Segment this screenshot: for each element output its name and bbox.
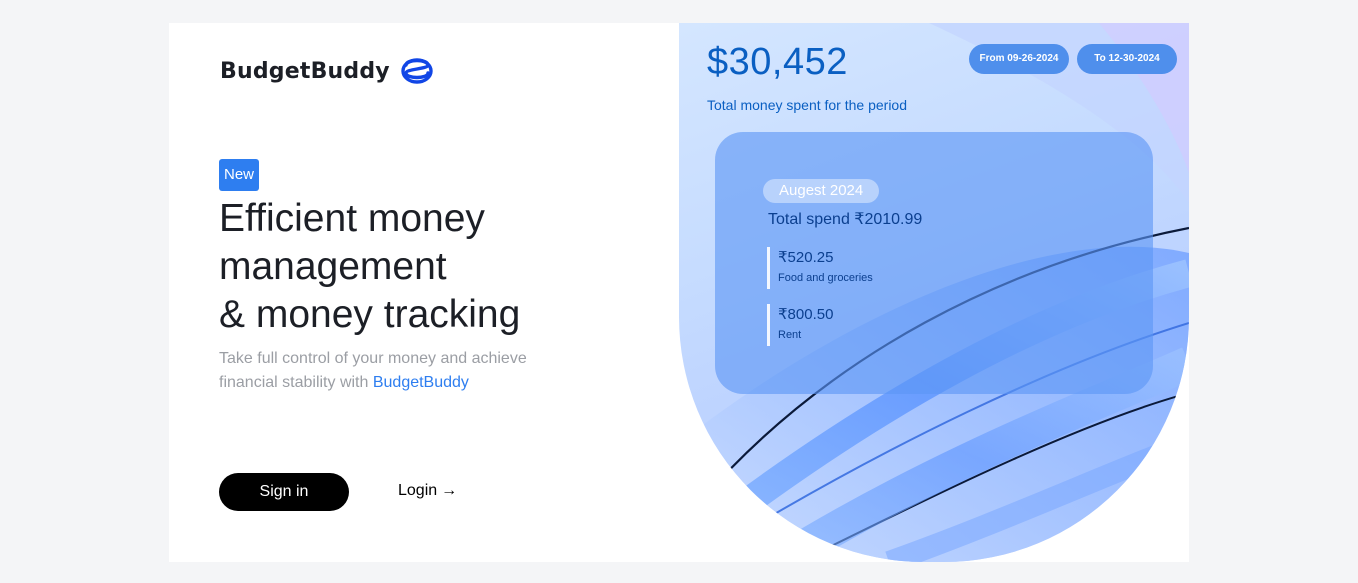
sign-in-button[interactable]: Sign in (219, 473, 349, 511)
subtext-brand-link[interactable]: BudgetBuddy (373, 374, 469, 391)
landing-card: BudgetBuddy New Efficient money manageme… (169, 23, 1189, 562)
total-caption: Total money spent for the period (707, 97, 908, 113)
month-pill: Augest 2024 (763, 179, 880, 203)
expense-label: Food and groceries (778, 272, 873, 284)
new-badge: New (219, 159, 260, 191)
headline-line-3: & money tracking (219, 293, 521, 336)
headline: Efficient money management & money track… (219, 195, 639, 339)
total-spend: Total spend ₹2010.99 (768, 211, 923, 228)
arrow-right-icon: → (441, 482, 458, 499)
expense-item: ₹520.25 Food and groceries (767, 247, 873, 289)
expense-label: Rent (778, 329, 802, 341)
total-amount: $30,452 (707, 41, 848, 83)
expense-amount: ₹800.50 (778, 306, 834, 323)
date-from-pill[interactable]: From 09-26-2024 (969, 44, 1069, 74)
login-link[interactable]: Login → (398, 482, 457, 500)
hero-visual: $30,452 Total money spent for the period… (679, 23, 1189, 562)
headline-line-2: management (219, 245, 447, 288)
date-to-pill[interactable]: To 12-30-2024 (1077, 44, 1177, 74)
expense-item: ₹800.50 Rent (767, 304, 833, 346)
expense-amount: ₹520.25 (778, 249, 834, 266)
brand[interactable]: BudgetBuddy (220, 56, 434, 86)
headline-line-1: Efficient money (219, 197, 485, 240)
budgetbuddy-logo-icon (401, 58, 433, 84)
monthly-summary-card: Augest 2024 Total spend ₹2010.99 ₹520.25… (715, 132, 1153, 394)
hero-subtext: Take full control of your money and achi… (219, 347, 579, 395)
login-label: Login (398, 482, 438, 499)
brand-name: BudgetBuddy (220, 58, 390, 84)
